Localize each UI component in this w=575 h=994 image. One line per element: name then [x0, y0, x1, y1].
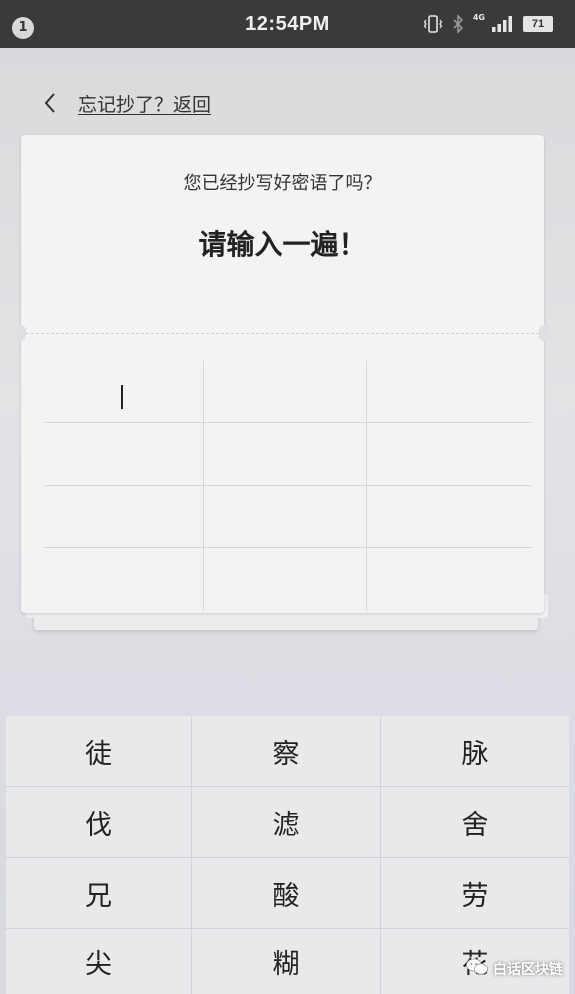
- word-keyboard: 徒 察 脉 伐 滤 舍 兄 酸 劳 尖 糊 花: [6, 716, 569, 994]
- word-slot-11[interactable]: [204, 548, 367, 611]
- word-slot-7[interactable]: [45, 486, 204, 548]
- word-entry-grid: [45, 361, 531, 611]
- word-slot-12[interactable]: [367, 548, 531, 611]
- word-slot-4[interactable]: [45, 423, 204, 486]
- perforation-divider: [21, 333, 544, 334]
- back-row[interactable]: 忘记抄了？返回: [42, 88, 211, 118]
- card-title: 请输入一遍！: [198, 228, 367, 261]
- keyboard-key[interactable]: 察: [192, 716, 381, 787]
- keyboard-key[interactable]: 徒: [6, 716, 192, 787]
- wechat-icon: [466, 958, 488, 980]
- back-link[interactable]: 忘记抄了？返回: [78, 90, 211, 117]
- keyboard-key[interactable]: 脉: [381, 716, 569, 787]
- word-slot-9[interactable]: [367, 486, 531, 548]
- keyboard-key[interactable]: 劳: [381, 858, 569, 929]
- keyboard-key[interactable]: 兄: [6, 858, 192, 929]
- keyboard-key[interactable]: 糊: [192, 929, 381, 994]
- word-slot-6[interactable]: [367, 423, 531, 486]
- passphrase-card: 您已经抄写好密语了吗？ 请输入一遍！: [16, 135, 549, 613]
- word-slot-2[interactable]: [204, 361, 367, 423]
- watermark-text: 白话区块链: [493, 962, 563, 978]
- card-notch-right: [539, 325, 549, 341]
- card-notch-left: [16, 325, 26, 341]
- battery-icon: 71: [523, 16, 553, 32]
- word-slot-3[interactable]: [367, 361, 531, 423]
- keyboard-key[interactable]: 舍: [381, 787, 569, 858]
- chevron-left-icon[interactable]: [42, 89, 66, 117]
- keyboard-key[interactable]: 酸: [192, 858, 381, 929]
- word-slot-10[interactable]: [45, 548, 204, 611]
- word-slot-8[interactable]: [204, 486, 367, 548]
- network-type-label: 4G: [472, 13, 485, 22]
- card-question: 您已经抄写好密语了吗？: [183, 173, 382, 194]
- keyboard-key[interactable]: 滤: [192, 787, 381, 858]
- vibrate-icon: [423, 14, 443, 34]
- keyboard-key[interactable]: 尖: [6, 929, 192, 994]
- bluetooth-icon: [451, 14, 465, 34]
- watermark: 白话区块链: [466, 956, 563, 982]
- keyboard-key[interactable]: 伐: [6, 787, 192, 858]
- word-slot-5[interactable]: [204, 423, 367, 486]
- signal-icon: [491, 15, 515, 33]
- status-bar: 1 12:54PM 4G 71: [0, 0, 575, 48]
- text-caret: [121, 385, 123, 409]
- status-icons: 4G 71: [423, 12, 553, 36]
- word-slot-1[interactable]: [45, 361, 204, 423]
